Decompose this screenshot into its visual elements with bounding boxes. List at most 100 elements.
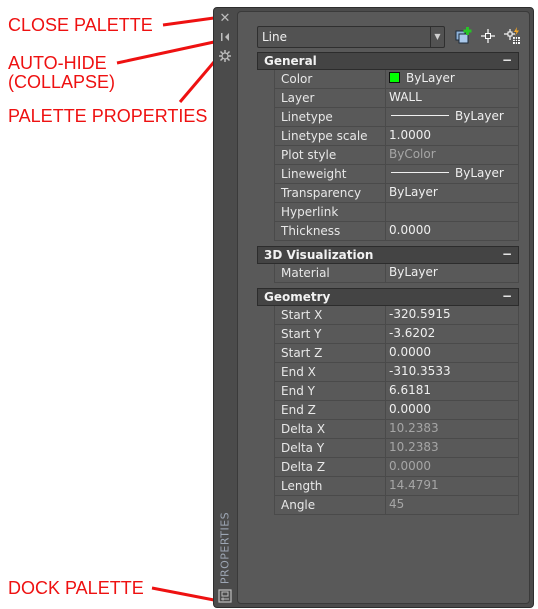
property-value-text: 0.0000 bbox=[389, 223, 431, 237]
property-value[interactable]: 0.0000 bbox=[389, 402, 431, 416]
property-row-delta-y[interactable]: Delta Y 10.2383 bbox=[274, 439, 519, 458]
property-value-text: ByLayer bbox=[455, 166, 504, 180]
property-value: 10.2383 bbox=[389, 440, 439, 454]
column-divider bbox=[385, 146, 386, 164]
palette-properties-icon[interactable] bbox=[218, 49, 232, 63]
property-label: Delta X bbox=[281, 422, 326, 436]
property-row-lineweight[interactable]: Lineweight ByLayer bbox=[274, 165, 519, 184]
property-value-text: -320.5915 bbox=[389, 307, 451, 321]
property-row-color[interactable]: Color ByLayer bbox=[274, 70, 519, 89]
property-row-end-z[interactable]: End Z 0.0000 bbox=[274, 401, 519, 420]
property-row-end-y[interactable]: End Y 6.6181 bbox=[274, 382, 519, 401]
palette-title: PROPERTIES bbox=[218, 511, 232, 585]
property-row-start-y[interactable]: Start Y -3.6202 bbox=[274, 325, 519, 344]
column-divider bbox=[385, 203, 386, 221]
property-value: ByColor bbox=[389, 147, 436, 161]
category-title: 3D Visualization bbox=[264, 248, 374, 262]
property-value[interactable]: WALL bbox=[389, 90, 422, 104]
property-value[interactable]: ByLayer bbox=[389, 109, 504, 123]
collapse-icon[interactable]: − bbox=[502, 53, 512, 67]
property-value-text: -310.3533 bbox=[389, 364, 451, 378]
property-value-text: ByLayer bbox=[455, 109, 504, 123]
dock-palette-icon[interactable] bbox=[218, 589, 232, 603]
property-value: 10.2383 bbox=[389, 421, 439, 435]
auto-hide-icon[interactable] bbox=[218, 30, 232, 44]
property-label: Delta Z bbox=[281, 460, 326, 474]
color-swatch-icon bbox=[389, 72, 400, 83]
property-value-text: 10.2383 bbox=[389, 440, 439, 454]
quick-select-icon[interactable] bbox=[502, 26, 522, 46]
collapse-icon[interactable]: − bbox=[502, 289, 512, 303]
property-row-start-x[interactable]: Start X -320.5915 bbox=[274, 306, 519, 325]
annotation-dock-palette: DOCK PALETTE bbox=[8, 578, 144, 598]
leader-close bbox=[162, 16, 215, 27]
property-value-text: 0.0000 bbox=[389, 402, 431, 416]
palette-content: Line ▼ General − Color ByLayer Layer WALL Line… bbox=[237, 11, 530, 604]
column-divider bbox=[385, 420, 386, 438]
property-value-text: 0.0000 bbox=[389, 459, 431, 473]
line-preview-icon bbox=[391, 172, 449, 173]
column-divider bbox=[385, 325, 386, 343]
property-label: Linetype scale bbox=[281, 129, 368, 143]
leader-palette-properties bbox=[178, 61, 216, 103]
category-header-geometry[interactable]: Geometry − bbox=[257, 288, 519, 306]
column-divider bbox=[385, 264, 386, 282]
property-row-linetype-scale[interactable]: Linetype scale 1.0000 bbox=[274, 127, 519, 146]
leader-dock bbox=[151, 586, 215, 602]
property-value[interactable]: ByLayer bbox=[389, 185, 438, 199]
select-objects-icon[interactable] bbox=[478, 26, 498, 46]
leader-auto-hide bbox=[116, 40, 215, 65]
column-divider bbox=[385, 184, 386, 202]
property-value[interactable]: ByLayer bbox=[389, 166, 504, 180]
object-type-select[interactable]: Line ▼ bbox=[257, 26, 445, 48]
column-divider bbox=[385, 89, 386, 107]
property-label: Material bbox=[281, 266, 330, 280]
property-row-angle[interactable]: Angle 45 bbox=[274, 496, 519, 515]
property-label: Delta Y bbox=[281, 441, 325, 455]
property-value[interactable]: 1.0000 bbox=[389, 128, 431, 142]
property-row-start-z[interactable]: Start Z 0.0000 bbox=[274, 344, 519, 363]
close-icon[interactable]: ✕ bbox=[218, 12, 232, 26]
category-header-3d-visualization[interactable]: 3D Visualization − bbox=[257, 246, 519, 264]
chevron-down-icon[interactable]: ▼ bbox=[430, 27, 444, 47]
property-row-layer[interactable]: Layer WALL bbox=[274, 89, 519, 108]
palette-titlebar[interactable]: ✕ PROPERTIES bbox=[214, 8, 236, 607]
annotation-close-palette: CLOSE PALETTE bbox=[8, 15, 153, 35]
property-row-linetype[interactable]: Linetype ByLayer bbox=[274, 108, 519, 127]
column-divider bbox=[385, 477, 386, 495]
property-row-thickness[interactable]: Thickness 0.0000 bbox=[274, 222, 519, 241]
property-value-text: 45 bbox=[389, 497, 405, 511]
property-label: Hyperlink bbox=[281, 205, 339, 219]
property-label: Transparency bbox=[281, 186, 362, 200]
property-row-delta-x[interactable]: Delta X 10.2383 bbox=[274, 420, 519, 439]
property-row-length[interactable]: Length 14.4791 bbox=[274, 477, 519, 496]
property-label: End Z bbox=[281, 403, 316, 417]
column-divider bbox=[385, 496, 386, 514]
property-value[interactable]: 6.6181 bbox=[389, 383, 431, 397]
category-title: Geometry bbox=[264, 290, 331, 304]
property-grid: General − Color ByLayer Layer WALL Linetype ByL… bbox=[257, 52, 519, 515]
property-row-hyperlink[interactable]: Hyperlink bbox=[274, 203, 519, 222]
property-value[interactable]: ByLayer bbox=[389, 265, 438, 279]
property-value-text: ByColor bbox=[389, 147, 436, 161]
property-value-text: -3.6202 bbox=[389, 326, 436, 340]
property-label: End X bbox=[281, 365, 316, 379]
property-label: Layer bbox=[281, 91, 315, 105]
property-value[interactable]: -310.3533 bbox=[389, 364, 451, 378]
property-row-end-x[interactable]: End X -310.3533 bbox=[274, 363, 519, 382]
property-value[interactable]: 0.0000 bbox=[389, 345, 431, 359]
collapse-icon[interactable]: − bbox=[502, 247, 512, 261]
property-label: Color bbox=[281, 72, 313, 86]
property-value[interactable]: ByLayer bbox=[389, 71, 455, 85]
property-row-delta-z[interactable]: Delta Z 0.0000 bbox=[274, 458, 519, 477]
property-row-transparency[interactable]: Transparency ByLayer bbox=[274, 184, 519, 203]
column-divider bbox=[385, 165, 386, 183]
toggle-pickadd-icon[interactable] bbox=[454, 26, 474, 46]
column-divider bbox=[385, 108, 386, 126]
property-row-plot-style[interactable]: Plot style ByColor bbox=[274, 146, 519, 165]
property-row-material[interactable]: Material ByLayer bbox=[274, 264, 519, 283]
property-value[interactable]: 0.0000 bbox=[389, 223, 431, 237]
property-value[interactable]: -3.6202 bbox=[389, 326, 435, 340]
property-value[interactable]: -320.5915 bbox=[389, 307, 451, 321]
category-header-general[interactable]: General − bbox=[257, 52, 519, 70]
